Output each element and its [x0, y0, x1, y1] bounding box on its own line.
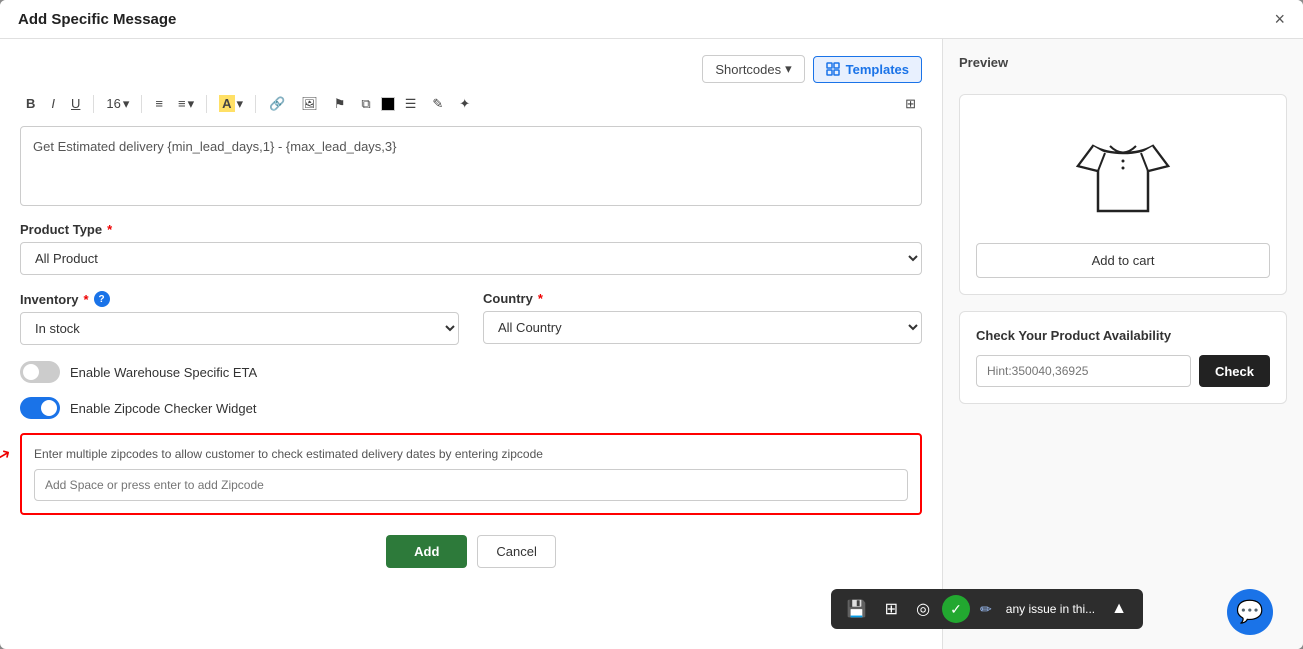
bottom-toolbar: 💾 ⊞ ◎ ✓ ✏ any issue in thi... ▲ [831, 589, 1143, 629]
zipcode-toggle[interactable] [20, 397, 60, 419]
availability-input[interactable] [976, 355, 1191, 387]
bold-button[interactable]: B [20, 92, 41, 115]
italic-button[interactable]: I [45, 92, 61, 115]
chevron-down-icon: ▾ [785, 61, 792, 77]
bottom-save-icon[interactable]: 💾 [841, 597, 873, 621]
image-button[interactable]: 🖼 [295, 92, 324, 116]
shortcodes-button[interactable]: Shortcodes ▾ [702, 55, 804, 83]
gallery-button[interactable]: ⊞ [899, 92, 922, 116]
country-label: Country * [483, 291, 922, 306]
font-size-dropdown[interactable]: 16 ▾ [101, 92, 134, 116]
availability-box: Check Your Product Availability Check [959, 311, 1287, 404]
add-button[interactable]: Add [386, 535, 467, 568]
modal-close-button[interactable]: × [1274, 10, 1285, 28]
availability-title: Check Your Product Availability [976, 328, 1270, 343]
arrow-indicator: ↗ [0, 441, 14, 469]
bottom-eye-icon[interactable]: ◎ [910, 597, 936, 621]
check-button[interactable]: Check [1199, 355, 1270, 387]
grid-icon [826, 62, 840, 76]
required-indicator: * [84, 292, 89, 307]
warehouse-toggle-label: Enable Warehouse Specific ETA [70, 365, 257, 380]
chevron-down-icon: ▾ [188, 96, 195, 112]
zipcode-toggle-label: Enable Zipcode Checker Widget [70, 401, 256, 416]
action-buttons: Add Cancel [20, 535, 922, 568]
required-indicator: * [107, 222, 112, 237]
product-type-select[interactable]: All Product Simple Product Variable Prod… [20, 242, 922, 275]
chat-icon: 💬 [1236, 599, 1263, 625]
chevron-down-icon: ▾ [237, 96, 244, 112]
product-type-label: Product Type * [20, 222, 922, 237]
chevron-down-icon: ▾ [123, 96, 130, 112]
zipcode-info-text: Enter multiple zipcodes to allow custome… [34, 447, 908, 461]
bottom-grid-icon[interactable]: ⊞ [879, 597, 904, 621]
modal-title: Add Specific Message [18, 11, 176, 28]
warehouse-toggle[interactable] [20, 361, 60, 383]
text-color-dropdown[interactable]: A ▾ [214, 91, 248, 116]
product-preview-card: Add to cart [959, 94, 1287, 295]
zipcode-toggle-row: Enable Zipcode Checker Widget [20, 397, 922, 419]
cancel-button[interactable]: Cancel [477, 535, 555, 568]
warehouse-toggle-row: Enable Warehouse Specific ETA [20, 361, 922, 383]
inventory-label: Inventory * ? [20, 291, 459, 307]
separator [141, 95, 142, 113]
add-to-cart-button[interactable]: Add to cart [976, 243, 1270, 278]
separator [255, 95, 256, 113]
preview-label: Preview [959, 55, 1287, 70]
zipcode-input[interactable] [34, 469, 908, 501]
message-editor[interactable]: Get Estimated delivery {min_lead_days,1}… [20, 126, 922, 206]
stamp-button[interactable]: ✦ [453, 92, 476, 116]
copy-button[interactable]: ⧉ [355, 92, 376, 116]
special-button[interactable]: ⚑ [328, 92, 352, 116]
eraser-button[interactable]: ✎ [426, 92, 449, 116]
link-button[interactable]: 🔗 [263, 92, 291, 116]
list-button[interactable]: ≡ [149, 92, 169, 115]
color-text: A [219, 95, 234, 112]
separator [93, 95, 94, 113]
list2-button[interactable]: ☰ [399, 92, 423, 116]
help-icon[interactable]: ? [94, 291, 110, 307]
inventory-select[interactable]: In stock Out of stock On backorder [20, 312, 459, 345]
separator [206, 95, 207, 113]
templates-button[interactable]: Templates [813, 56, 922, 83]
align-dropdown[interactable]: ≡ ▾ [173, 92, 199, 116]
required-indicator: * [538, 291, 543, 306]
underline-button[interactable]: U [65, 92, 86, 115]
chat-button[interactable]: 💬 [1227, 589, 1273, 635]
bottom-chevron-up-icon[interactable]: ▲ [1105, 598, 1133, 620]
editor-toolbar: B I U 16 ▾ ≡ ≡ ▾ A [20, 91, 922, 116]
bottom-check-button[interactable]: ✓ [942, 595, 970, 623]
bottom-text: any issue in thi... [1002, 602, 1099, 616]
country-select[interactable]: All Country United States United Kingdom… [483, 311, 922, 344]
product-image [1063, 111, 1183, 231]
preview-panel: Preview [943, 39, 1303, 649]
bottom-pencil-button[interactable]: ✏ [976, 601, 996, 618]
color-swatch[interactable] [381, 97, 395, 111]
zipcode-section: ↗ Enter multiple zipcodes to allow custo… [20, 433, 922, 515]
